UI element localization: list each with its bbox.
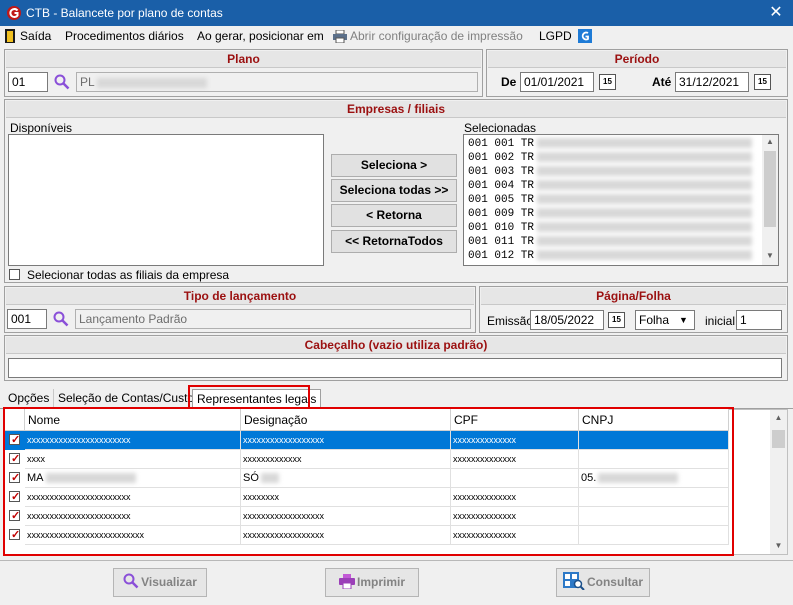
- list-item[interactable]: 001 009 TR: [468, 207, 753, 221]
- periodo-header: Período: [488, 51, 786, 68]
- empresas-header: Empresas / filiais: [6, 101, 786, 118]
- title-bar: CTB - Balancete por plano de contas ✕: [0, 0, 793, 26]
- retorna-button[interactable]: < Retorna: [331, 204, 457, 227]
- redacted-text: [96, 77, 207, 88]
- chevron-down-icon[interactable]: ▼: [679, 315, 688, 325]
- lgpd-logo-icon: [578, 29, 592, 43]
- retorna-todos-button[interactable]: << RetornaTodos: [331, 230, 457, 253]
- scroll-up-icon[interactable]: ▲: [770, 413, 787, 422]
- select-all-filiais-checkbox[interactable]: [9, 269, 20, 280]
- plano-description-input: PL: [76, 72, 478, 92]
- window-title: CTB - Balancete por plano de contas: [26, 6, 223, 20]
- search-icon[interactable]: [54, 74, 70, 90]
- ate-label: Até: [652, 75, 672, 89]
- close-button[interactable]: ✕: [764, 2, 788, 24]
- tipo-lancamento-description-input: Lançamento Padrão: [75, 309, 471, 329]
- query-grid-icon: [562, 572, 585, 591]
- tab-opcoes[interactable]: Opções: [4, 389, 55, 409]
- tab-selecao-contas[interactable]: Seleção de Contas/Custos: [54, 389, 206, 409]
- plano-description-text: PL: [80, 75, 95, 89]
- menu-ao-gerar-posicionar[interactable]: Ao gerar, posicionar em: [197, 28, 324, 44]
- menu-bar: Saída Procedimentos diários Ao gerar, po…: [0, 26, 793, 46]
- scroll-thumb[interactable]: [772, 430, 785, 448]
- list-item[interactable]: 001 004 TR: [468, 179, 753, 193]
- list-item[interactable]: 001 010 TR: [468, 221, 753, 235]
- menu-lgpd[interactable]: LGPD: [539, 28, 572, 44]
- emissao-label: Emissão: [487, 314, 534, 328]
- disponiveis-label: Disponíveis: [10, 121, 73, 135]
- redacted-text: [537, 222, 753, 233]
- imprimir-label: Imprimir: [356, 575, 405, 589]
- plano-header: Plano: [6, 51, 481, 68]
- list-item[interactable]: 001 003 TR: [468, 165, 753, 179]
- printer-icon: [338, 574, 355, 590]
- visualizar-button[interactable]: Visualizar: [113, 568, 207, 597]
- list-item[interactable]: 001 011 TR: [468, 235, 753, 249]
- app-logo-icon: [7, 6, 21, 20]
- select-all-filiais-label: Selecionar todas as filiais da empresa: [27, 268, 230, 282]
- disponiveis-list[interactable]: [8, 134, 324, 266]
- redacted-text: [537, 180, 753, 191]
- redacted-text: [537, 194, 753, 205]
- menu-saida[interactable]: Saída: [20, 28, 51, 44]
- scroll-down-icon[interactable]: ▼: [770, 541, 787, 550]
- selecionadas-list[interactable]: 001 001 TR 001 002 TR 001 003 TR 001 004…: [463, 134, 779, 266]
- redacted-text: [537, 152, 753, 163]
- tipo-lancamento-code-input[interactable]: 001: [7, 309, 47, 329]
- ate-date-input[interactable]: 31/12/2021: [675, 72, 749, 92]
- list-item[interactable]: 001 005 TR: [468, 193, 753, 207]
- redacted-text: [537, 236, 753, 247]
- menu-abrir-configuracao-impressao[interactable]: Abrir configuração de impressão: [350, 28, 523, 44]
- imprimir-button[interactable]: Imprimir: [325, 568, 419, 597]
- folha-select-value: Folha: [639, 313, 670, 327]
- seleciona-todas-button[interactable]: Seleciona todas >>: [331, 179, 457, 202]
- exit-door-icon: [5, 29, 15, 43]
- plano-code-input[interactable]: 01: [8, 72, 48, 92]
- calendar-icon[interactable]: 15: [754, 74, 771, 90]
- search-icon: [123, 573, 139, 589]
- list-item[interactable]: 001 001 TR: [468, 137, 753, 151]
- redacted-text: [537, 250, 753, 261]
- redacted-text: [537, 208, 753, 219]
- calendar-icon[interactable]: 15: [599, 74, 616, 90]
- scroll-thumb[interactable]: [764, 151, 776, 227]
- inicial-input[interactable]: 1: [736, 310, 782, 330]
- cabecalho-input[interactable]: [8, 358, 782, 378]
- consultar-label: Consultar: [586, 575, 643, 589]
- visualizar-label: Visualizar: [141, 575, 197, 589]
- grid-scrollbar[interactable]: ▲ ▼: [770, 410, 787, 554]
- menu-procedimentos-diarios[interactable]: Procedimentos diários: [65, 28, 184, 44]
- pagina-header: Página/Folha: [481, 288, 786, 305]
- printer-icon: [333, 30, 347, 43]
- de-date-input[interactable]: 01/01/2021: [520, 72, 594, 92]
- inicial-label: inicial: [705, 314, 736, 328]
- selecionadas-label: Selecionadas: [464, 121, 537, 135]
- search-icon[interactable]: [53, 311, 69, 327]
- footer-divider: [0, 560, 793, 561]
- de-label: De: [501, 75, 517, 89]
- scroll-up-icon[interactable]: ▲: [762, 137, 778, 146]
- redacted-text: [537, 138, 753, 149]
- scroll-down-icon[interactable]: ▼: [762, 251, 778, 260]
- highlight-box: [3, 407, 734, 556]
- list-item[interactable]: 001 012 TR: [468, 249, 753, 263]
- redacted-text: [537, 166, 753, 177]
- tipo-lancamento-header: Tipo de lançamento: [6, 288, 474, 305]
- calendar-icon[interactable]: 15: [608, 312, 625, 328]
- emissao-date-input[interactable]: 18/05/2022: [530, 310, 604, 330]
- selecionadas-scrollbar[interactable]: ▲ ▼: [762, 135, 778, 265]
- consultar-button[interactable]: Consultar: [556, 568, 650, 597]
- cabecalho-header: Cabeçalho (vazio utiliza padrão): [6, 337, 786, 354]
- seleciona-button[interactable]: Seleciona >: [331, 154, 457, 177]
- list-item[interactable]: 001 002 TR: [468, 151, 753, 165]
